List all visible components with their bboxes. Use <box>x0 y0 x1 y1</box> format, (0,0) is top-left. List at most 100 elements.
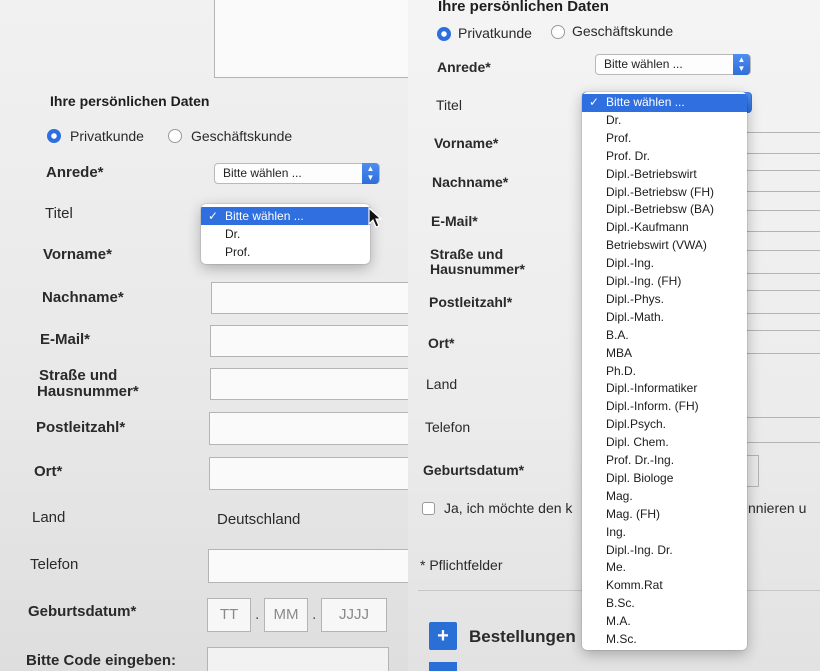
title-option-label: Dipl.-Betriebsw (FH) <box>606 184 715 199</box>
title-option[interactable]: Dipl.-Betriebsw (FH) <box>582 184 747 202</box>
street-label-line1: Straße und <box>39 367 118 384</box>
phone-label: Telefon <box>30 556 79 573</box>
salutation-value: Bitte wählen ... <box>223 166 302 180</box>
title-option[interactable]: ✓ Bitte wählen ... <box>201 207 370 225</box>
title-option-label: M.A. <box>606 614 631 629</box>
title-option[interactable]: MBA <box>582 345 747 363</box>
email-label: E-Mail* <box>40 331 91 348</box>
salutation-select[interactable]: Bitte wählen ... ▲ ▼ <box>214 163 380 184</box>
city-label: Ort* <box>34 463 63 480</box>
right-panel: Ihre persönlichen Daten Privatkunde Gesc… <box>408 0 820 671</box>
title-option-label: Dr. <box>225 227 241 241</box>
street-input[interactable] <box>210 368 408 400</box>
postal-code-label: Postleitzahl* <box>429 294 513 310</box>
title-option[interactable]: Ing. <box>582 524 747 542</box>
title-option[interactable]: Dipl.-Ing. Dr. <box>582 542 747 560</box>
phone-input[interactable] <box>208 549 408 583</box>
first-name-input[interactable] <box>738 132 820 154</box>
title-option[interactable]: Mag. (FH) <box>582 506 747 524</box>
postal-code-input[interactable] <box>209 412 408 445</box>
title-option[interactable]: ✓ Bitte wählen ... <box>582 94 747 112</box>
title-option[interactable]: Dipl.-Inform. (FH) <box>582 398 747 416</box>
expand-orders-button[interactable]: + <box>429 622 457 650</box>
title-option[interactable]: M.Sc. <box>582 631 747 649</box>
title-option-label: Dipl.-Betriebswirt <box>606 166 697 181</box>
title-option[interactable]: Dipl.-Ing. (FH) <box>582 273 747 291</box>
title-dropdown-menu[interactable]: ✓ Bitte wählen ... Dr. Prof. <box>201 204 370 264</box>
code-input[interactable] <box>207 647 389 671</box>
title-option[interactable]: Dr. <box>201 225 370 243</box>
title-option[interactable]: Dipl.Psych. <box>582 416 747 434</box>
radio-private[interactable] <box>47 129 61 143</box>
radio-business[interactable] <box>551 25 565 39</box>
title-option-label: Prof. <box>606 130 632 145</box>
mouse-pointer-icon <box>368 207 383 228</box>
next-section-button[interactable] <box>429 662 457 671</box>
title-option[interactable]: Komm.Rat <box>582 577 747 595</box>
code-label: Bitte Code eingeben: <box>26 652 177 669</box>
orders-heading[interactable]: Bestellungen <box>469 627 576 647</box>
title-option-label: Dipl.-Ing. Dr. <box>606 542 673 557</box>
title-option-label: Dipl.-Math. <box>606 309 665 324</box>
city-input[interactable] <box>738 330 820 354</box>
title-option[interactable]: Dipl.-Betriebswirt <box>582 166 747 184</box>
city-label: Ort* <box>428 335 455 351</box>
title-option-label: Dipl.-Inform. (FH) <box>606 399 699 414</box>
title-option[interactable]: Dipl.-Ing. <box>582 255 747 273</box>
title-dropdown-menu[interactable]: ✓ Bitte wählen ... Dr. Prof. Prof. Dr. Dipl.-… <box>582 92 747 650</box>
title-option[interactable]: B.Sc. <box>582 595 747 613</box>
comment-textarea[interactable] <box>214 0 408 78</box>
first-name-label: Vorname* <box>43 246 112 263</box>
salutation-value: Bitte wählen ... <box>604 57 683 71</box>
title-option[interactable]: Prof. <box>201 243 370 261</box>
title-option[interactable]: Prof. Dr. <box>582 148 747 166</box>
section-title: Ihre persönlichen Daten <box>50 93 210 109</box>
date-separator: . <box>312 606 317 623</box>
country-label: Land <box>426 376 458 392</box>
title-option[interactable]: Prof. Dr.-Ing. <box>582 452 747 470</box>
title-option[interactable]: Mag. <box>582 488 747 506</box>
title-option-label: M.Sc. <box>606 632 637 646</box>
last-name-input[interactable] <box>738 170 820 192</box>
title-option[interactable]: Dipl. Chem. <box>582 434 747 452</box>
country-value[interactable]: Deutschland <box>217 511 300 528</box>
postal-code-input[interactable] <box>738 290 820 314</box>
title-option-label: Mag. (FH) <box>606 506 660 521</box>
city-input[interactable] <box>209 457 408 490</box>
title-option[interactable]: B.A. <box>582 327 747 345</box>
birth-date-label: Geburtsdatum* <box>423 462 525 478</box>
email-input[interactable] <box>210 325 408 357</box>
phone-input[interactable] <box>738 417 820 443</box>
birth-day-input[interactable]: TT <box>207 598 251 632</box>
title-option[interactable]: Dipl.-Math. <box>582 309 747 327</box>
title-option[interactable]: Dipl. Biologe <box>582 470 747 488</box>
title-option-label: Dipl. Chem. <box>606 435 669 450</box>
title-option[interactable]: Dipl.-Betriebsw (BA) <box>582 201 747 219</box>
title-option[interactable]: Dipl.-Informatiker <box>582 380 747 398</box>
last-name-input[interactable] <box>211 282 408 314</box>
radio-private[interactable] <box>437 27 451 41</box>
salutation-select[interactable]: Bitte wählen ... ▲ ▼ <box>595 54 751 75</box>
radio-business[interactable] <box>168 129 182 143</box>
salutation-label: Anrede* <box>437 59 491 75</box>
title-option-label: Bitte wählen ... <box>606 95 685 109</box>
street-input[interactable] <box>738 250 820 274</box>
title-option[interactable]: Dr. <box>582 112 747 130</box>
title-option-label: Dr. <box>606 112 622 127</box>
title-option[interactable]: Dipl.-Kaufmann <box>582 219 747 237</box>
required-note: * Pflichtfelder <box>420 557 503 573</box>
street-label-line2: Hausnummer* <box>430 261 525 277</box>
birth-year-input[interactable]: JJJJ <box>321 598 387 632</box>
birth-month-input[interactable]: MM <box>264 598 308 632</box>
title-option-label: Bitte wählen ... <box>225 209 304 223</box>
title-option[interactable]: Betriebswirt (VWA) <box>582 237 747 255</box>
title-option[interactable]: M.A. <box>582 613 747 631</box>
newsletter-checkbox[interactable] <box>422 502 435 515</box>
email-input[interactable] <box>738 210 820 232</box>
title-option[interactable]: Me. <box>582 559 747 577</box>
last-name-label: Nachname* <box>432 174 509 190</box>
title-option[interactable]: Dipl.-Phys. <box>582 291 747 309</box>
title-option[interactable]: Ph.D. <box>582 363 747 381</box>
title-option[interactable]: Prof. <box>582 130 747 148</box>
title-option-label: Prof. Dr.-Ing. <box>606 453 675 467</box>
